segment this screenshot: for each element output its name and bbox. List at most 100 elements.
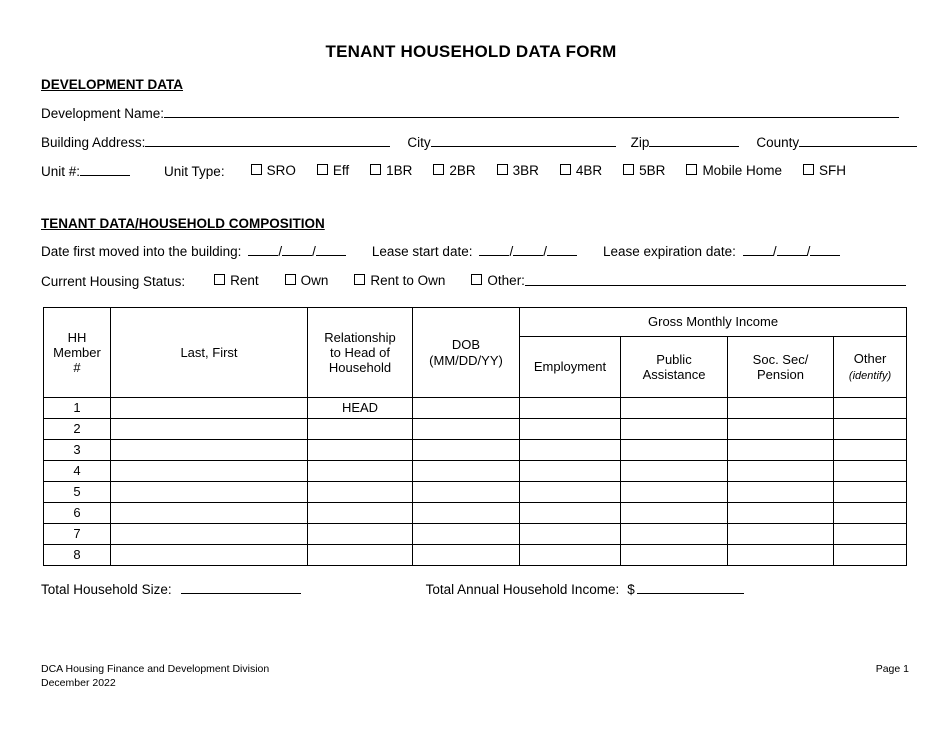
moved-in-date-input[interactable]: / / — [241, 243, 346, 259]
unit-type-option-mobile-home[interactable]: Mobile Home — [665, 163, 782, 178]
cell-relationship[interactable] — [307, 544, 413, 566]
cell-relationship[interactable] — [307, 502, 413, 524]
cell-other[interactable] — [832, 439, 908, 461]
unit-type-option-4br[interactable]: 4BR — [539, 163, 602, 178]
unit-type-option-5br[interactable]: 5BR — [602, 163, 665, 178]
cell-dob[interactable] — [412, 481, 520, 503]
moved-in-day[interactable] — [282, 243, 313, 256]
cell-soc-sec-pension[interactable] — [727, 439, 834, 461]
cell-dob[interactable] — [412, 544, 520, 566]
cell-employment[interactable] — [519, 418, 621, 440]
cell-other[interactable] — [832, 481, 908, 503]
zip-input[interactable] — [649, 134, 740, 147]
cell-public-assistance[interactable] — [620, 481, 728, 503]
cell-soc-sec-pension[interactable] — [727, 523, 834, 545]
checkbox-icon[interactable] — [214, 274, 226, 285]
unit-type-option-3br[interactable]: 3BR — [476, 163, 539, 178]
cell-public-assistance[interactable] — [620, 502, 728, 524]
cell-public-assistance[interactable] — [620, 523, 728, 545]
cell-employment[interactable] — [519, 481, 621, 503]
cell-other[interactable] — [832, 397, 908, 419]
cell-relationship[interactable] — [307, 481, 413, 503]
cell-name[interactable] — [110, 544, 308, 566]
lease-expiration-month[interactable] — [742, 243, 773, 256]
checkbox-icon[interactable] — [686, 163, 698, 175]
cell-soc-sec-pension[interactable] — [727, 544, 834, 566]
cell-employment[interactable] — [519, 439, 621, 461]
cell-soc-sec-pension[interactable] — [727, 460, 834, 482]
cell-relationship[interactable]: HEAD — [307, 397, 413, 419]
cell-public-assistance[interactable] — [620, 397, 728, 419]
cell-soc-sec-pension[interactable] — [727, 418, 834, 440]
cell-other[interactable] — [832, 460, 908, 482]
cell-name[interactable] — [110, 460, 308, 482]
checkbox-icon[interactable] — [316, 163, 328, 175]
total-household-size-input[interactable] — [180, 581, 301, 594]
housing-status-other-input[interactable] — [524, 273, 906, 286]
cell-soc-sec-pension[interactable] — [727, 502, 834, 524]
housing-status-option-rent-to-own[interactable]: Rent to Own — [328, 273, 445, 288]
cell-relationship[interactable] — [307, 460, 413, 482]
unit-type-option-eff[interactable]: Eff — [296, 163, 349, 178]
cell-employment[interactable] — [519, 523, 621, 545]
cell-employment[interactable] — [519, 544, 621, 566]
cell-relationship[interactable] — [307, 418, 413, 440]
cell-soc-sec-pension[interactable] — [727, 481, 834, 503]
checkbox-icon[interactable] — [559, 163, 571, 175]
lease-start-year[interactable] — [547, 243, 577, 256]
cell-public-assistance[interactable] — [620, 418, 728, 440]
cell-other[interactable] — [832, 418, 908, 440]
cell-dob[interactable] — [412, 397, 520, 419]
cell-name[interactable] — [110, 481, 308, 503]
unit-type-option-2br[interactable]: 2BR — [412, 163, 476, 178]
lease-expiration-day[interactable] — [776, 243, 807, 256]
cell-dob[interactable] — [412, 418, 520, 440]
lease-start-day[interactable] — [513, 243, 544, 256]
cell-name[interactable] — [110, 397, 308, 419]
moved-in-month[interactable] — [248, 243, 279, 256]
cell-employment[interactable] — [519, 502, 621, 524]
checkbox-icon[interactable] — [496, 163, 508, 175]
cell-name[interactable] — [110, 418, 308, 440]
lease-expiration-date-input[interactable]: / / — [736, 243, 841, 259]
cell-other[interactable] — [832, 544, 908, 566]
checkbox-icon[interactable] — [802, 163, 814, 175]
housing-status-option-other[interactable]: Other: — [445, 273, 525, 288]
checkbox-icon[interactable] — [471, 274, 483, 285]
unit-type-option-sfh[interactable]: SFH — [782, 163, 846, 178]
cell-relationship[interactable] — [307, 523, 413, 545]
cell-other[interactable] — [832, 502, 908, 524]
county-input[interactable] — [799, 134, 918, 147]
cell-name[interactable] — [110, 523, 308, 545]
lease-start-date-input[interactable]: / / — [472, 243, 577, 259]
cell-employment[interactable] — [519, 397, 621, 419]
building-address-input[interactable] — [145, 134, 391, 147]
cell-dob[interactable] — [412, 460, 520, 482]
checkbox-icon[interactable] — [250, 163, 262, 175]
checkbox-icon[interactable] — [370, 163, 382, 175]
development-name-input[interactable] — [164, 105, 900, 118]
unit-number-input[interactable] — [80, 163, 131, 176]
cell-relationship[interactable] — [307, 439, 413, 461]
cell-public-assistance[interactable] — [620, 460, 728, 482]
total-annual-income-input[interactable] — [636, 581, 744, 594]
moved-in-year[interactable] — [315, 243, 346, 256]
housing-status-option-own[interactable]: Own — [259, 273, 328, 288]
city-input[interactable] — [430, 134, 616, 147]
cell-employment[interactable] — [519, 460, 621, 482]
lease-expiration-year[interactable] — [810, 243, 841, 256]
unit-type-option-1br[interactable]: 1BR — [349, 163, 412, 178]
cell-dob[interactable] — [412, 502, 520, 524]
cell-name[interactable] — [110, 439, 308, 461]
cell-other[interactable] — [832, 523, 908, 545]
cell-public-assistance[interactable] — [620, 439, 728, 461]
checkbox-icon[interactable] — [354, 274, 366, 285]
cell-public-assistance[interactable] — [620, 544, 728, 566]
unit-type-option-sro[interactable]: SRO — [225, 163, 296, 178]
cell-dob[interactable] — [412, 439, 520, 461]
checkbox-icon[interactable] — [284, 274, 296, 285]
checkbox-icon[interactable] — [433, 163, 445, 175]
lease-start-month[interactable] — [479, 243, 510, 256]
cell-name[interactable] — [110, 502, 308, 524]
checkbox-icon[interactable] — [623, 163, 635, 175]
